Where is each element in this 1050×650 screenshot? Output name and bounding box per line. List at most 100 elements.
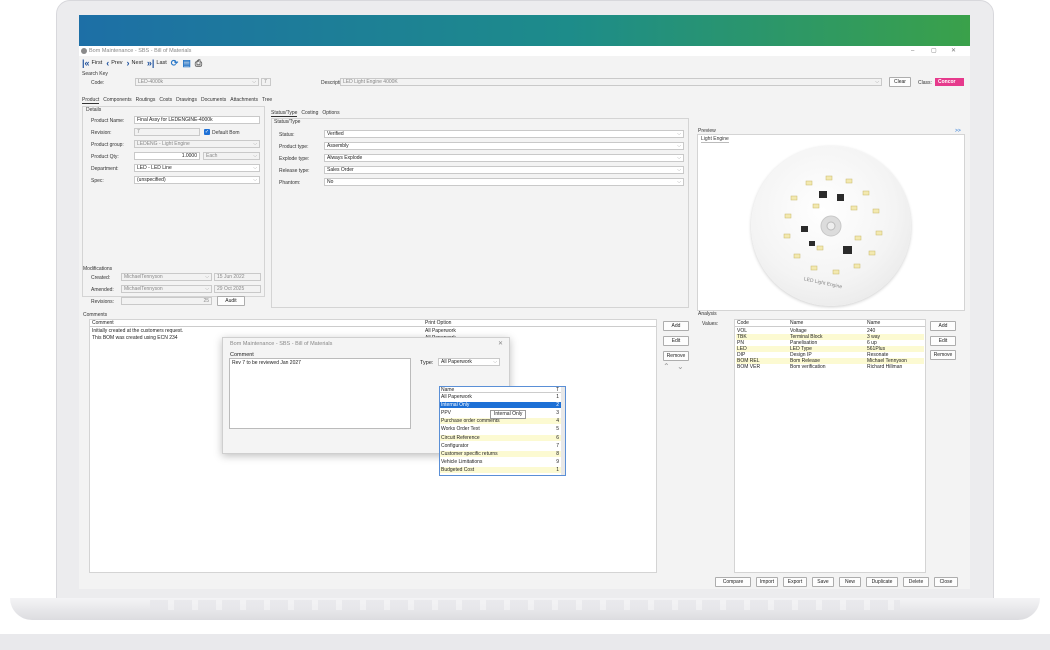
status-tab-1[interactable]: Costing [301,110,318,117]
table-row[interactable]: Initially created at the customers reque… [92,328,652,334]
footer-export-button[interactable]: Export [783,577,807,587]
tab-drawings[interactable]: Drawings [176,97,197,104]
close-icon[interactable]: ✕ [951,46,956,56]
dropdown-option[interactable]: All Paperwork 1 [440,394,561,400]
last-button[interactable]: »| Last [146,57,167,68]
window-title: Bom Maintenance - SBS - Bill of Material… [89,48,192,54]
description-field[interactable]: LED Light Engine 4000K ⌵ [340,78,882,86]
revision-label: Revision: [91,130,112,136]
analysis-edit-button[interactable]: Edit [930,336,956,346]
status-row-value: Always Explode [327,155,363,161]
preview-tab[interactable]: Light Engine [701,136,729,143]
spec-select[interactable]: (unspecified) ⌵ [134,176,260,184]
analysis-remove-button[interactable]: Remove [930,350,956,360]
footer-save-button[interactable]: Save [812,577,834,587]
chevron-down-icon: ⌵ [677,143,681,149]
tab-routings[interactable]: Routings [136,97,156,104]
tab-documents[interactable]: Documents [201,97,226,104]
minimize-icon[interactable]: – [911,46,914,56]
dropdown-option[interactable]: Vehicle Limitations 9 [440,459,561,465]
footer-duplicate-button[interactable]: Duplicate [866,577,898,587]
tab-product[interactable]: Product [82,97,100,104]
default-bom-checkbox[interactable]: ✓ [204,129,210,135]
amended-date-field: 29 Oct 2025 [214,285,261,293]
product-name-field[interactable]: Final Assy for LEDENGINE-4000k [134,116,260,124]
dialog-type-label: Type: [420,360,434,366]
status-tab-2[interactable]: Options [322,110,339,117]
navigation-toolbar: |« First ‹ Prev › Next »| Last ⟳ ▤ ⎙ [82,57,202,69]
next-button[interactable]: › Next [126,57,143,68]
dropdown-option[interactable]: Circuit Reference 6 [440,434,561,441]
footer-new-button[interactable]: New [839,577,861,587]
revision-field: 7 [134,128,200,136]
footer-close-button[interactable]: Close [934,577,958,587]
clear-button[interactable]: Clear [889,77,911,87]
maximize-icon[interactable]: ▢ [931,46,937,56]
analysis-add-button[interactable]: Add [930,321,956,331]
dropdown-option[interactable]: Budgeted Cost 1 [440,466,561,473]
tab-attachments[interactable]: Attachments [230,97,258,104]
next-icon: › [126,57,130,68]
dropdown-option[interactable]: Works Order Text 5 [440,426,561,432]
option-number: 8 [556,450,559,457]
comments-title: Comments [83,312,108,318]
spec-label: Spec: [91,178,104,184]
product-group-select[interactable]: LEDENG - Light Engine ⌵ [134,140,260,148]
department-label: Department: [91,166,119,172]
status-tab-0[interactable]: Status/Type [271,110,298,117]
first-button[interactable]: |« First [82,58,102,68]
status-row-select[interactable]: Always Explode ⌵ [324,154,684,162]
chevron-down-icon: ⌵ [253,165,257,171]
revision-key-field: 7 [261,78,271,86]
name-cell: Bom verification [790,364,826,370]
tab-costs[interactable]: Costs [159,97,172,104]
chevron-down-icon: ⌵ [493,359,497,365]
dialog-close-icon[interactable]: ✕ [498,340,503,347]
status-row-value: Verified [327,131,344,137]
class-label: Class: [918,80,932,86]
status-row-select[interactable]: Sales Order ⌵ [324,166,684,174]
option-name: Internal Only [441,402,470,409]
move-up-icon[interactable]: ⌃ [663,362,670,371]
footer-delete-button[interactable]: Delete [903,577,929,587]
product-qty-field[interactable]: 1.0000 [134,152,200,160]
name-column-header: Name [790,320,804,326]
status-row-select[interactable]: Verified ⌵ [324,130,684,138]
status-row-select[interactable]: Assembly ⌵ [324,142,684,150]
footer-import-button[interactable]: Import [756,577,778,587]
tab-components[interactable]: Components [103,97,131,104]
comment-remove-button[interactable]: Remove [663,351,689,361]
department-select[interactable]: LED - LED Line ⌵ [134,164,260,172]
tab-tree[interactable]: Tree [262,97,272,104]
last-icon: »| [146,57,155,68]
comment-edit-button[interactable]: Edit [663,336,689,346]
dropdown-option[interactable]: Configurator 7 [440,443,561,449]
code-field[interactable]: LED-4000k ⌵ [135,78,259,86]
svg-text:LED Light Engine: LED Light Engine [803,276,843,290]
option-number: 9 [556,458,559,465]
code-label: Code: [91,80,105,86]
product-qty-unit-select[interactable]: Each ⌵ [203,152,260,160]
dropdown-option[interactable]: Customer specific returns 8 [440,450,561,457]
dropdown-scrollbar[interactable] [561,387,565,475]
move-down-icon[interactable]: ⌄ [677,362,684,371]
amended-label: Amended: [91,287,114,293]
audit-button[interactable]: Audit [217,296,245,306]
prev-button[interactable]: ‹ Prev [106,58,122,68]
status-tabs: Status/Type Costing Options [271,110,340,117]
table-row[interactable]: BOM VER Bom verification Richard Hillman [736,364,924,370]
comment-add-button[interactable]: Add [663,321,689,331]
status-type-title: Status/Type [274,119,301,125]
print-icon[interactable]: ⎙ [195,58,202,68]
refresh-icon[interactable]: ⟳ [171,58,179,68]
report-icon[interactable]: ▤ [182,58,191,68]
footer-compare-button[interactable]: Compare [715,577,751,587]
dialog-comment-textarea[interactable]: Rev 7 to be reviewed Jan 2027 [229,358,411,429]
dropdown-option[interactable]: Purchase order comments 4 [440,418,561,425]
dropdown-option[interactable]: Internal Only 2 [440,402,561,409]
status-row-value: No [327,179,334,185]
main-tabs: Product Components Routings Costs Drawings Do… [82,97,272,104]
chevron-down-icon: ⌵ [677,155,681,161]
status-row-select[interactable]: No ⌵ [324,178,684,186]
dialog-type-select[interactable]: All Paperwork ⌵ [438,358,500,366]
